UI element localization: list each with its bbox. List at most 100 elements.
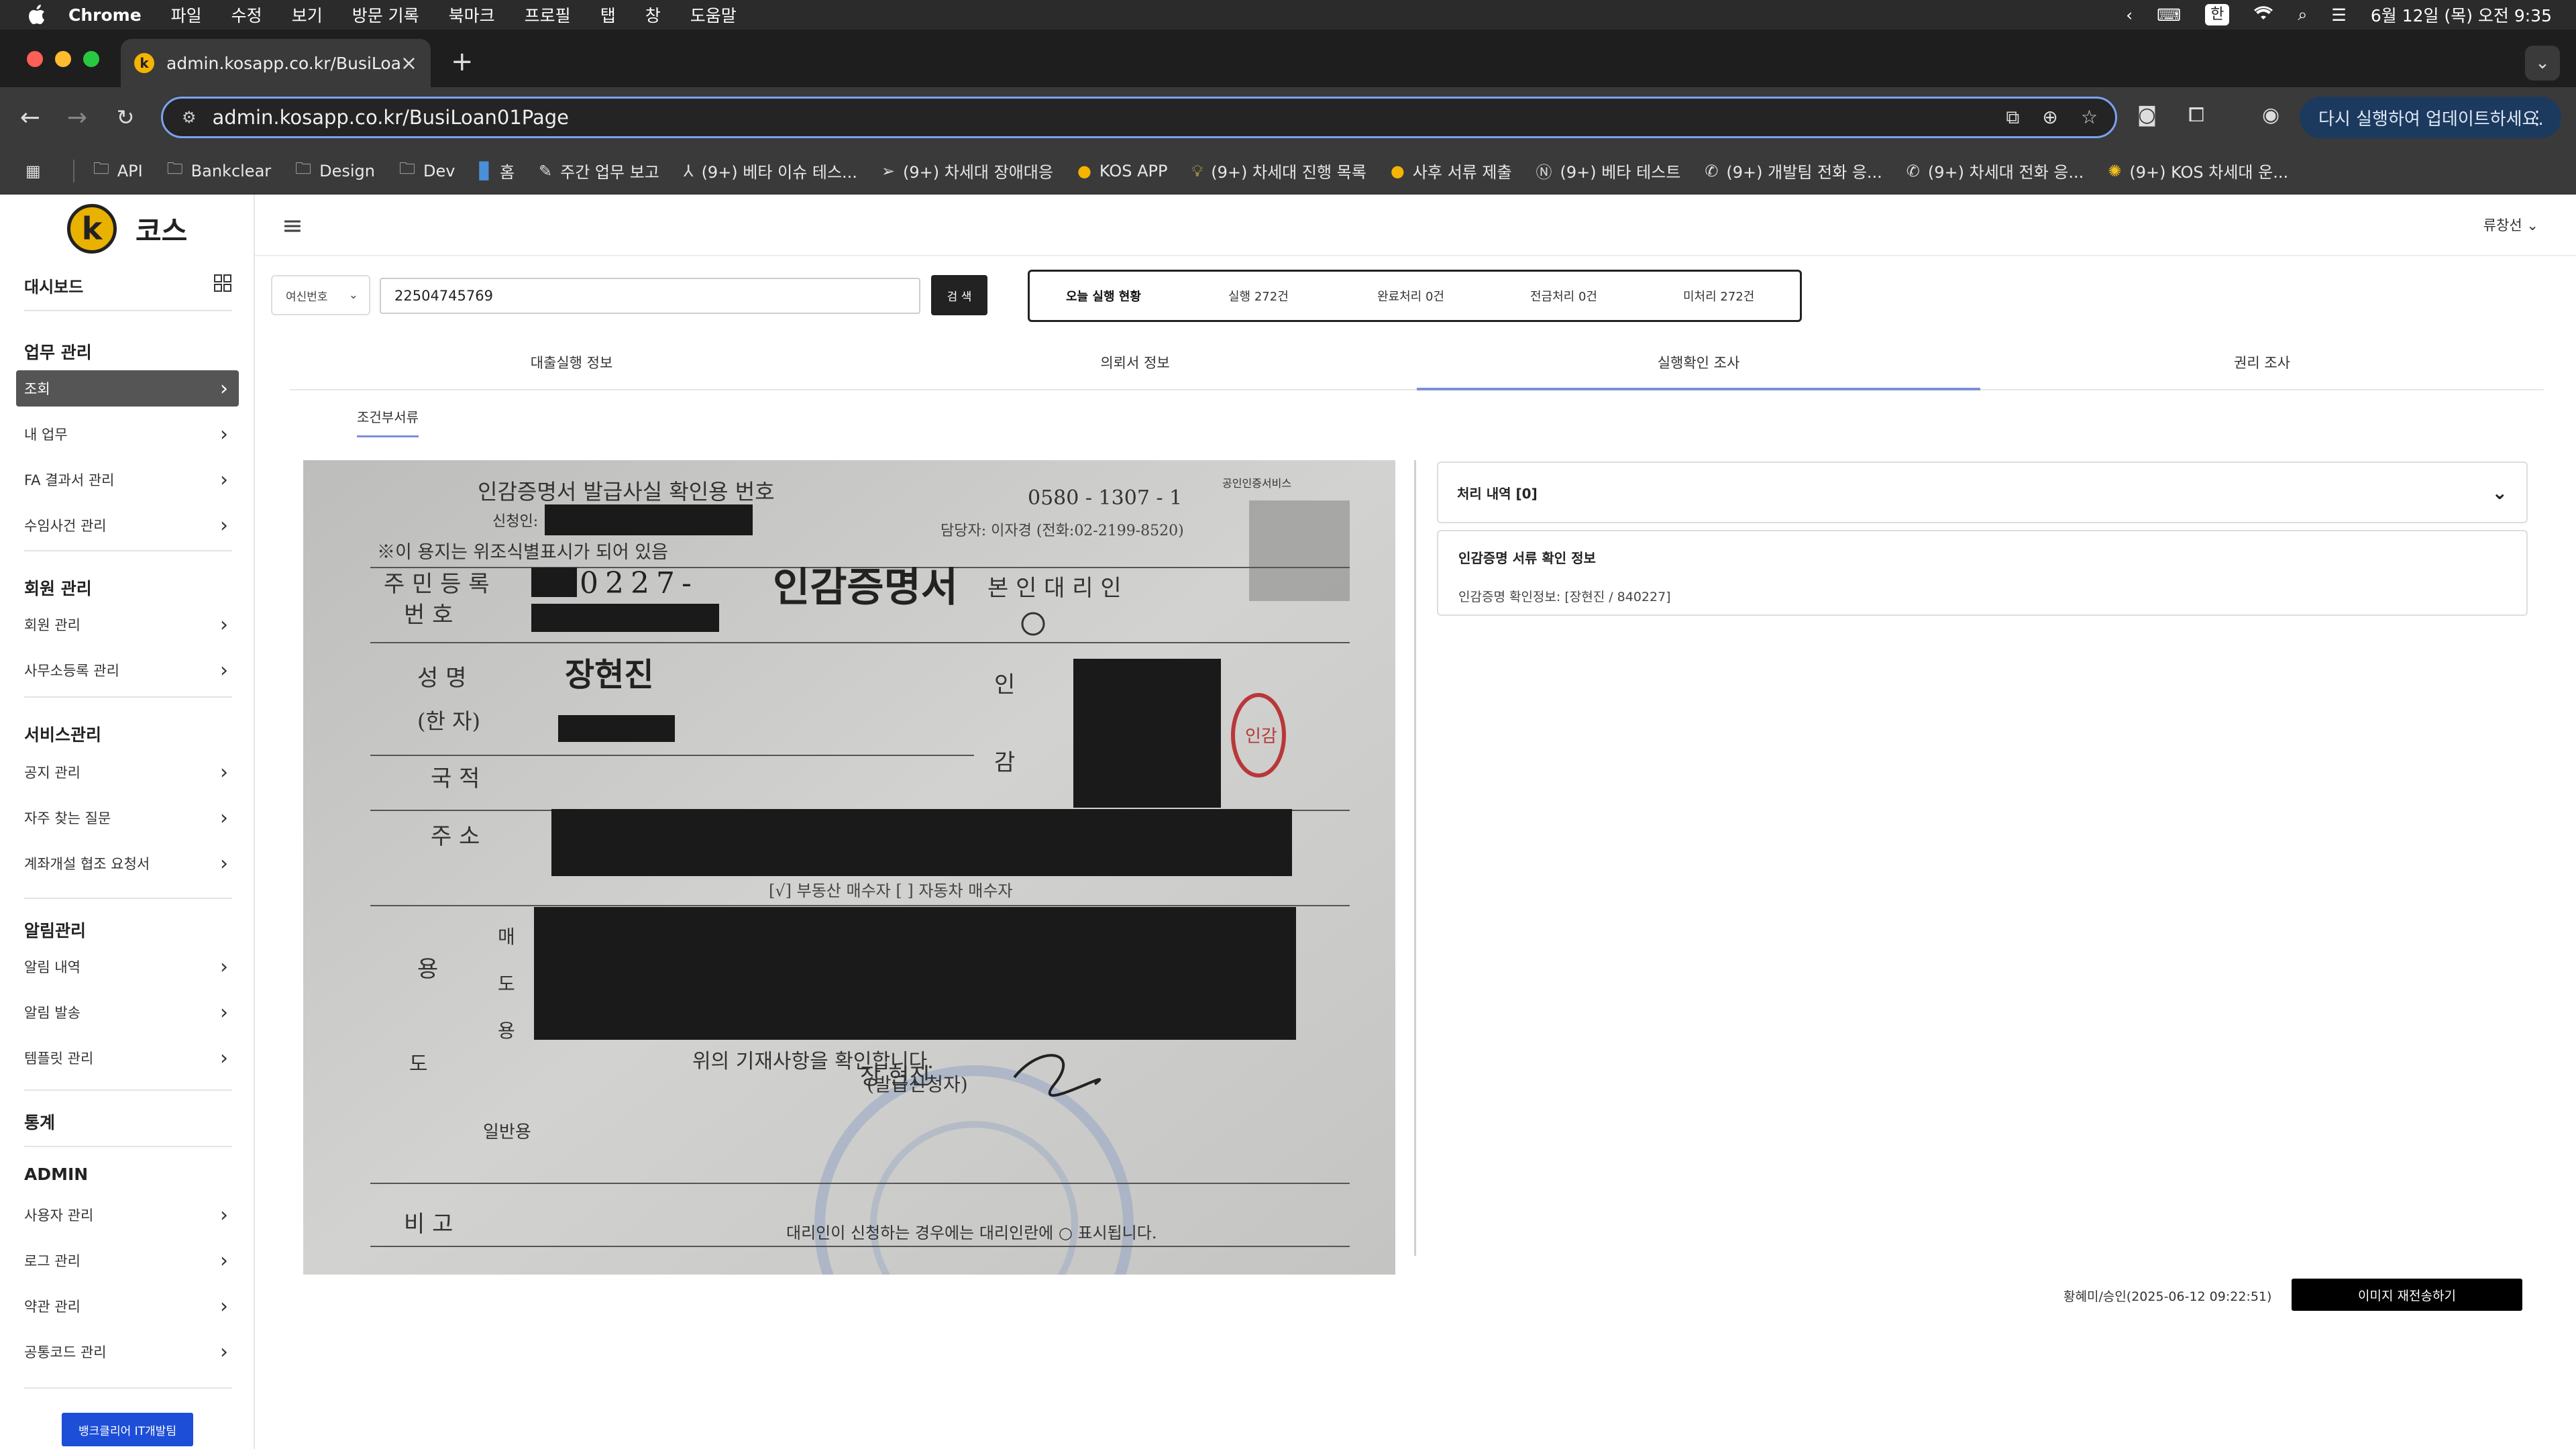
sidebar-divider <box>24 1387 232 1389</box>
processing-history-accordion[interactable]: 처리 내역 [0] ⌄ <box>1437 462 2528 523</box>
bookmark-item[interactable]: 💡︎ (9+) 차세대 진행 목록 <box>1191 159 1366 182</box>
it-team-button[interactable]: 뱅크클리어 IT개발팀 <box>62 1413 193 1446</box>
doc-reg-label: 주 민 등 록 <box>384 571 490 598</box>
bookmark-item[interactable]: ✎ 주간 업무 보고 <box>539 159 659 182</box>
sidebar-item-members[interactable]: 회원 관리 › <box>16 606 239 643</box>
sidebar-item-office-registration[interactable]: 사무소등록 관리 › <box>16 652 239 688</box>
keyboard-icon[interactable]: ⌨ <box>2157 5 2181 25</box>
chevron-right-icon: › <box>220 760 228 784</box>
document-image[interactable]: 인감증명서 발급사실 확인용 번호 0580 - 1307 - 1 공인인증서비… <box>303 460 1395 1275</box>
sidebar-item-notices[interactable]: 공지 관리 › <box>16 754 239 790</box>
extensions-icon[interactable]: ⧠ <box>2188 103 2204 127</box>
sidebar-item-search[interactable]: 조회 › <box>16 370 239 407</box>
section-title-statistics[interactable]: 통계 <box>24 1110 55 1134</box>
address-bar[interactable]: ⚙ admin.kosapp.co.kr/BusiLoan01Page ⧉ ⊕ … <box>161 97 2117 138</box>
zoom-icon[interactable]: ⊕ <box>2042 106 2057 129</box>
tab-request-info[interactable]: 의뢰서 정보 <box>853 346 1417 390</box>
spotlight-search-icon[interactable]: ⌕ <box>2298 5 2307 25</box>
bookmark-item[interactable]: 🗀 Design <box>295 157 375 184</box>
sidebar-item-my-work[interactable]: 내 업무 › <box>16 416 239 452</box>
tab-loan-execution[interactable]: 대출실행 정보 <box>290 346 853 390</box>
zoom-window-button[interactable] <box>83 51 99 67</box>
back-arrow-icon[interactable]: ← <box>15 102 46 133</box>
browser-tab-active[interactable]: k admin.kosapp.co.kr/BusiLoan × <box>121 39 431 87</box>
sidebar-item-users[interactable]: 사용자 관리 › <box>16 1197 239 1233</box>
tab-rights-check[interactable]: 권리 조사 <box>1980 346 2544 390</box>
wifi-icon[interactable] <box>2253 5 2273 25</box>
bookmark-item[interactable]: ✆ (9+) 개발팀 전화 응... <box>1705 159 1882 182</box>
resend-image-button[interactable]: 이미지 재전송하기 <box>2292 1279 2522 1311</box>
bookmark-item[interactable]: ✺ (9+) KOS 차세대 운... <box>2108 159 2288 182</box>
sidebar-item-logs[interactable]: 로그 관리 › <box>16 1242 239 1279</box>
sidebar-divider <box>24 898 232 899</box>
more-menu-icon[interactable]: ⋮ <box>2528 107 2546 129</box>
sidebar-item-account-request[interactable]: 계좌개설 협조 요청서 › <box>16 845 239 881</box>
update-chrome-button[interactable]: 다시 실행하여 업데이트하세요. ⋮ <box>2300 97 2561 138</box>
sidebar-item-alert-history[interactable]: 알림 내역 › <box>16 949 239 985</box>
sidebar-item-templates[interactable]: 템플릿 관리 › <box>16 1040 239 1076</box>
tab-execution-check[interactable]: 실행확인 조사 <box>1417 346 1980 390</box>
chevron-left-icon[interactable]: ‹ <box>2126 5 2133 25</box>
doc-remarks-label: 비 고 <box>404 1211 453 1238</box>
search-input[interactable] <box>380 278 920 314</box>
bookmark-item[interactable]: ✆ (9+) 차세대 전화 응... <box>1907 159 2084 182</box>
bookmark-item[interactable]: 🗀 API <box>93 157 143 184</box>
menu-file[interactable]: 파일 <box>171 3 202 27</box>
menu-help[interactable]: 도움말 <box>690 3 737 27</box>
menubar-datetime[interactable]: 6월 12일 (목) 오전 9:35 <box>2371 3 2552 27</box>
kos-logo[interactable]: k 코스 <box>67 204 187 254</box>
bookmark-label: (9+) KOS 차세대 운... <box>2129 163 2289 182</box>
input-source-indicator[interactable]: 한 <box>2205 4 2230 25</box>
close-tab-icon[interactable]: × <box>400 52 417 75</box>
sidebar-item-fa-report[interactable]: FA 결과서 관리 › <box>16 462 239 498</box>
apple-menu-icon[interactable] <box>25 3 48 26</box>
menu-view[interactable]: 보기 <box>292 3 323 27</box>
subtab-conditional-docs[interactable]: 조건부서류 <box>357 407 419 437</box>
control-center-icon[interactable]: ☰ <box>2331 5 2346 25</box>
close-window-button[interactable] <box>27 51 43 67</box>
search-type-select[interactable]: 여신번호 ⌄ <box>271 275 370 315</box>
sidebar-item-alert-send[interactable]: 알림 발송 › <box>16 994 239 1030</box>
menu-profile[interactable]: 프로필 <box>525 3 571 27</box>
menu-history[interactable]: 방문 기록 <box>352 3 419 27</box>
sidebar-item-faq[interactable]: 자주 찾는 질문 › <box>16 800 239 836</box>
bookmark-item[interactable]: Ⓝ (9+) 베타 테스트 <box>1536 159 1681 182</box>
sidebar-item-common-codes[interactable]: 공통코드 관리 › <box>16 1334 239 1370</box>
new-tab-icon[interactable]: + <box>451 48 474 75</box>
install-app-icon[interactable]: ⧉ <box>2006 106 2019 129</box>
bookmark-item[interactable]: ➢ (9+) 차세대 장애대응 <box>881 159 1053 182</box>
forward-arrow-icon[interactable]: → <box>62 102 93 133</box>
menu-tab[interactable]: 탭 <box>600 3 616 27</box>
menu-window[interactable]: 창 <box>645 3 661 27</box>
reload-icon[interactable]: ↻ <box>110 102 141 133</box>
chevron-right-icon: › <box>220 1046 228 1070</box>
url-text[interactable]: admin.kosapp.co.kr/BusiLoan01Page <box>213 106 569 129</box>
sidebar-item-cases[interactable]: 수임사건 관리 › <box>16 507 239 543</box>
tab-search-chevron-icon[interactable]: ⌄ <box>2525 46 2560 80</box>
logo-text: 코스 <box>136 214 188 248</box>
sidebar-divider <box>24 310 232 311</box>
search-button[interactable]: 검 색 <box>931 275 987 315</box>
camera-icon[interactable]: ◙ <box>2137 103 2157 127</box>
bookmark-item[interactable]: ⅄ (9+) 베타 이슈 테스... <box>684 159 857 182</box>
sidebar-item-dashboard[interactable]: 대시보드 <box>24 274 232 297</box>
menu-bookmarks[interactable]: 북마크 <box>449 3 495 27</box>
bookmark-label: (9+) 베타 이슈 테스... <box>701 163 857 182</box>
profile-icon[interactable]: ◉ <box>2262 103 2279 127</box>
folder-icon: 🗀 <box>399 159 416 178</box>
macos-menubar: Chrome 파일 수정 보기 방문 기록 북마크 프로필 탭 창 도움말 ‹ … <box>0 0 2576 30</box>
bookmark-item[interactable]: ● 사후 서류 제출 <box>1391 159 1512 182</box>
bookmark-item[interactable]: 🗀 Dev <box>399 157 455 184</box>
site-settings-icon[interactable]: ⚙ <box>182 108 197 127</box>
user-menu[interactable]: 류창선 ⌄ <box>2483 215 2538 235</box>
minimize-window-button[interactable] <box>55 51 71 67</box>
menu-edit[interactable]: 수정 <box>231 3 262 27</box>
apps-grid-icon[interactable]: ▦ <box>25 162 49 180</box>
bookmark-item[interactable]: ▊ 홈 <box>479 159 515 182</box>
bookmark-item[interactable]: ● KOS APP <box>1077 162 1168 180</box>
hamburger-menu-icon[interactable]: ≡ <box>282 211 303 240</box>
menu-chrome[interactable]: Chrome <box>68 5 142 25</box>
bookmark-item[interactable]: 🗀 Bankclear <box>167 157 271 184</box>
sidebar-item-terms[interactable]: 약관 관리 › <box>16 1288 239 1324</box>
bookmark-star-icon[interactable]: ☆ <box>2081 106 2098 129</box>
